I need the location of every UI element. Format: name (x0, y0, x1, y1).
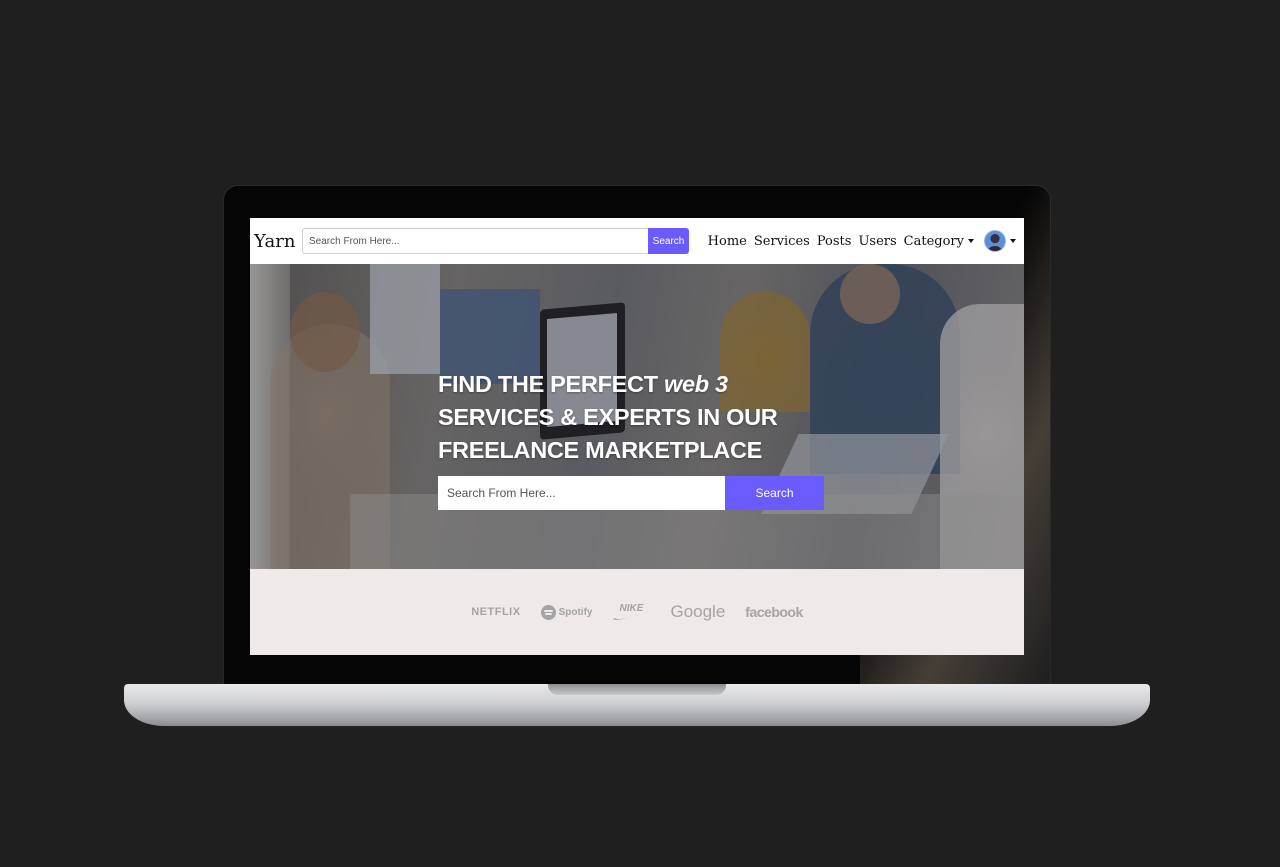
hero-section: FIND THE PERFECT web 3 SERVICES & EXPERT… (250, 264, 1024, 569)
netflix-logo: NETFLIX (471, 606, 521, 618)
hero-search-form: Search (438, 476, 838, 510)
nav-links: Home Services Posts Users Category (701, 230, 1016, 252)
nav-search-input[interactable] (302, 228, 648, 254)
hero-content: FIND THE PERFECT web 3 SERVICES & EXPERT… (438, 368, 838, 510)
profile-caret-icon[interactable] (1010, 239, 1016, 243)
brand-logos-strip: NETFLIX Spotify NIKE Google facebook (250, 569, 1024, 655)
nav-link-posts[interactable]: Posts (817, 234, 852, 249)
nav-link-services[interactable]: Services (754, 234, 810, 249)
hero-title-part1: FIND THE PERFECT (438, 371, 664, 397)
nav-search-form: Search (302, 228, 689, 254)
nike-swoosh-icon (613, 612, 650, 620)
category-label: Category (903, 233, 964, 249)
hero-search-input[interactable] (438, 476, 725, 510)
category-caret-icon (968, 239, 974, 243)
laptop-screen: Yarn Search Home Services Posts Users Ca… (250, 218, 1024, 655)
navbar: Yarn Search Home Services Posts Users Ca… (250, 218, 1024, 265)
hero-search-button[interactable]: Search (725, 476, 824, 510)
nike-logo: NIKE (612, 603, 650, 621)
spotify-icon (540, 604, 556, 620)
spotify-logo: Spotify (540, 604, 593, 620)
hero-title-part2: SERVICES & EXPERTS IN OUR FREELANCE MARK… (438, 404, 778, 463)
nav-search-button[interactable]: Search (648, 228, 689, 254)
brand-logo[interactable]: Yarn (254, 231, 300, 252)
facebook-logo: facebook (745, 604, 803, 620)
hero-title: FIND THE PERFECT web 3 SERVICES & EXPERT… (438, 368, 838, 467)
hero-title-emphasis: web 3 (664, 371, 728, 397)
avatar[interactable] (984, 230, 1006, 252)
nav-dropdown-category[interactable]: Category (904, 234, 974, 249)
nav-link-home[interactable]: Home (708, 234, 747, 249)
spotify-wordmark: Spotify (558, 606, 593, 618)
google-logo: Google (670, 602, 726, 621)
nav-link-users[interactable]: Users (858, 234, 896, 249)
laptop-notch (548, 684, 726, 695)
